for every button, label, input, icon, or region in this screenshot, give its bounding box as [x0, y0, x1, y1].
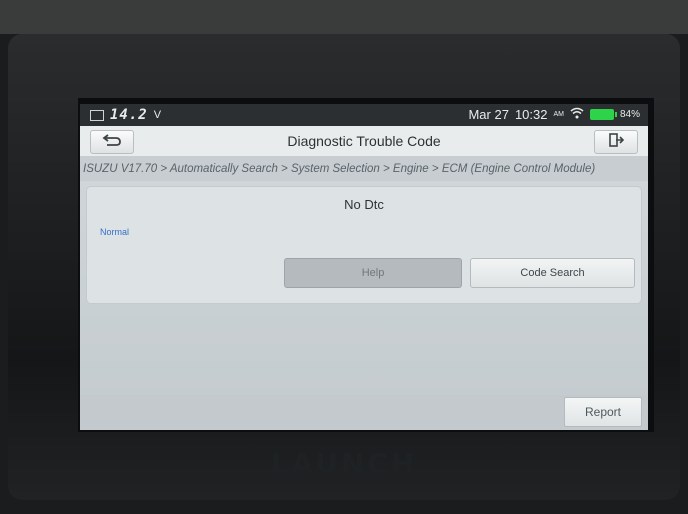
battery-icon	[589, 109, 617, 120]
status-bar: 14.2 V Mar 27 10:32 AM 84%	[80, 104, 648, 126]
title-bar: Diagnostic Trouble Code	[80, 126, 648, 157]
status-ampm: AM	[553, 111, 564, 118]
status-left: 14.2 V	[90, 107, 161, 123]
device-screen: 14.2 V Mar 27 10:32 AM 84% Diagnostic Tr…	[80, 104, 648, 430]
status-time: 10:32	[514, 107, 548, 122]
breadcrumb: ISUZU V17.70 > Automatically Search > Sy…	[80, 157, 648, 181]
voltage-unit: V	[153, 109, 162, 121]
help-button[interactable]: Help	[284, 258, 462, 288]
wifi-icon	[570, 107, 584, 122]
device-brand-logo: LAUNCH	[270, 447, 418, 480]
system-state: Normal	[100, 227, 130, 237]
report-button[interactable]: Report	[564, 397, 642, 427]
bottom-bar: Report	[80, 395, 648, 430]
code-search-button[interactable]: Code Search	[470, 258, 635, 288]
battery-percent: 84%	[619, 109, 640, 120]
dtc-status: No Dtc	[344, 197, 384, 212]
main-content: No Dtc Normal Help Code Search	[80, 181, 648, 395]
exit-button[interactable]	[594, 130, 638, 154]
device-top-edge	[0, 0, 688, 34]
exit-door-icon	[608, 132, 625, 152]
page-title: Diagnostic Trouble Code	[287, 133, 441, 149]
dtc-panel: No Dtc Normal Help Code Search	[86, 186, 642, 304]
status-right: Mar 27 10:32 AM 84%	[468, 107, 640, 122]
battery-voltage-icon	[90, 109, 104, 121]
voltage-value: 14.2	[110, 107, 148, 123]
status-date: Mar 27	[468, 107, 509, 122]
